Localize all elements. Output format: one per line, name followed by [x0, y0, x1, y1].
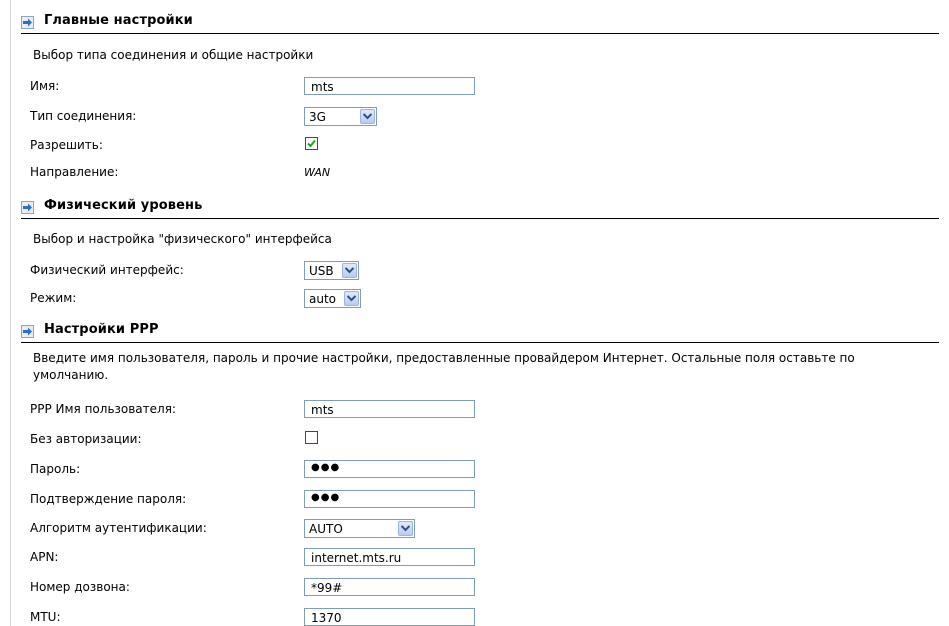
arrow-right-icon	[21, 201, 34, 214]
section-header: Физический уровень	[21, 194, 939, 220]
password-label: Пароль:	[30, 462, 81, 476]
arrow-right-icon	[21, 16, 34, 29]
direction-label: Направление:	[30, 165, 119, 179]
section-title: Настройки PPP	[44, 322, 159, 337]
connection-type-select[interactable]: 3G	[304, 107, 377, 126]
ppp-username-input[interactable]: mts	[304, 400, 475, 418]
checkmark-icon	[307, 139, 316, 148]
dial-number-input[interactable]: *99#	[304, 578, 475, 596]
mtu-input[interactable]: 1370	[304, 608, 475, 626]
section-divider	[21, 218, 939, 219]
physical-interface-label: Физический интерфейс:	[30, 263, 184, 277]
apn-input[interactable]: internet.mts.ru	[304, 548, 475, 566]
auth-algorithm-label: Алгоритм аутентификации:	[30, 521, 207, 535]
enable-label: Разрешить:	[30, 138, 103, 152]
enable-checkbox[interactable]	[305, 137, 318, 150]
direction-value: WAN	[304, 166, 331, 179]
arrow-right-icon	[21, 325, 34, 338]
mode-value: auto	[309, 292, 337, 306]
section-title: Главные настройки	[44, 13, 193, 28]
auth-algorithm-select[interactable]: AUTO	[304, 519, 415, 538]
left-border-line	[10, 0, 11, 626]
no-auth-checkbox[interactable]	[305, 431, 318, 444]
section-header: Настройки PPP	[21, 318, 939, 344]
chevron-down-icon[interactable]	[398, 521, 413, 536]
section-title: Физический уровень	[44, 198, 203, 213]
name-label: Имя:	[30, 79, 60, 93]
physical-interface-value: USB	[309, 264, 334, 278]
section-divider	[21, 33, 939, 34]
password-confirm-input[interactable]: ●●●	[304, 490, 475, 508]
connection-type-label: Тип соединения:	[30, 109, 137, 123]
ppp-username-label: PPP Имя пользователя:	[30, 402, 176, 416]
chevron-down-icon[interactable]	[342, 263, 357, 278]
mode-select[interactable]: auto	[304, 289, 361, 308]
name-input[interactable]: mts	[304, 77, 475, 95]
auth-algorithm-value: AUTO	[309, 522, 343, 536]
section-header: Главные настройки	[21, 9, 939, 35]
physical-interface-select[interactable]: USB	[304, 261, 359, 280]
dial-number-label: Номер дозвона:	[30, 580, 130, 594]
password-input[interactable]: ●●●	[304, 460, 475, 478]
section-description: Введите имя пользователя, пароль и прочи…	[33, 351, 855, 382]
no-auth-label: Без авторизации:	[30, 432, 142, 446]
connection-type-value: 3G	[309, 110, 326, 124]
apn-label: APN:	[30, 550, 59, 564]
chevron-down-icon[interactable]	[344, 291, 359, 306]
section-description: Выбор типа соединения и общие настройки	[33, 48, 314, 62]
password-confirm-label: Подтверждение пароля:	[30, 492, 187, 506]
chevron-down-icon[interactable]	[360, 109, 375, 124]
section-divider	[21, 342, 939, 343]
mode-label: Режим:	[30, 291, 77, 305]
section-description: Выбор и настройка "физического" интерфей…	[33, 232, 332, 246]
mtu-label: MTU:	[30, 610, 61, 624]
